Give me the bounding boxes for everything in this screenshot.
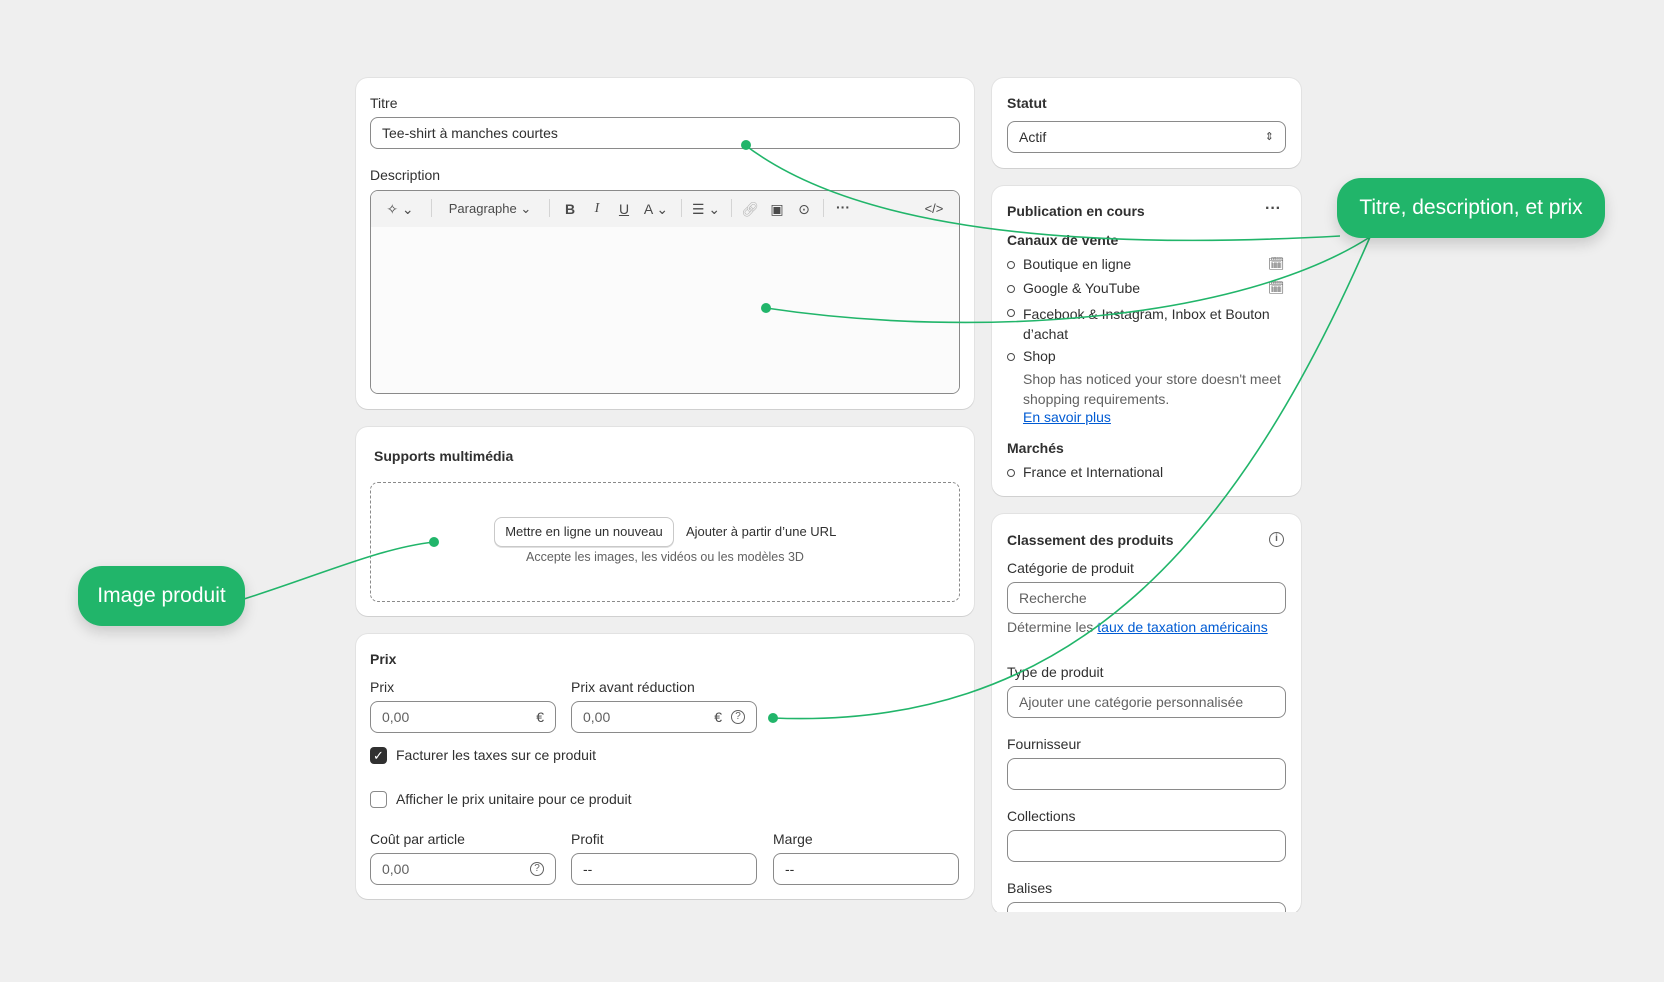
market-name: France et International	[1023, 464, 1164, 480]
channel-item: Boutique en ligne	[1007, 256, 1253, 272]
tax-note-text: Détermine les	[1007, 619, 1094, 635]
unit-price-label: Afficher le prix unitaire pour ce produi…	[396, 791, 632, 807]
status-dot-icon	[1007, 353, 1015, 361]
toolbar-divider	[823, 199, 824, 217]
toolbar-divider	[681, 199, 682, 217]
learn-more-link[interactable]: En savoir plus	[1023, 409, 1111, 425]
profit-field: --	[571, 853, 757, 885]
link-icon[interactable]: 🔗︎	[739, 199, 761, 219]
channel-name: Shop	[1023, 348, 1056, 364]
underline-icon[interactable]: U	[613, 199, 635, 219]
media-hint: Accepte les images, les vidéos ou les mo…	[526, 550, 804, 564]
organization-heading: Classement des produits	[1007, 532, 1174, 548]
margin-label: Marge	[773, 831, 813, 847]
channel-name: Boutique en ligne	[1023, 256, 1132, 272]
price-value: 0,00	[382, 709, 410, 725]
status-heading: Statut	[1007, 95, 1047, 111]
code-icon[interactable]: </>	[919, 199, 949, 219]
compare-price-input[interactable]: 0,00 € ?	[571, 701, 757, 733]
collections-input[interactable]	[1007, 830, 1286, 862]
bold-icon[interactable]: B	[559, 199, 581, 219]
callout-details: Titre, description, et prix	[1337, 178, 1605, 238]
more-actions-icon[interactable]: ···	[1265, 200, 1281, 218]
category-input[interactable]: Recherche	[1007, 582, 1286, 614]
markets-label: Marchés	[1007, 440, 1064, 456]
cost-label: Coût par article	[370, 831, 465, 847]
toolbar-divider	[431, 199, 432, 217]
tags-label: Balises	[1007, 880, 1053, 896]
compare-price-label: Prix avant réduction	[571, 679, 695, 695]
description-label: Description	[370, 167, 441, 183]
profit-label: Profit	[571, 831, 604, 847]
market-item: France et International	[1007, 464, 1253, 480]
description-editor[interactable]: ✧ ⌄ Paragraphe ⌄ B I U A ⌄ ☰ ⌄ 🔗︎ ▣ ⊙ ··…	[370, 190, 960, 394]
charge-tax-checkbox[interactable]: ✓	[370, 747, 387, 764]
margin-field: --	[773, 853, 959, 885]
tax-note: Détermine les taux de taxation américain…	[1007, 619, 1268, 635]
status-select[interactable]: Actif ⇕	[1007, 121, 1286, 153]
paragraph-dropdown[interactable]: Paragraphe ⌄	[445, 199, 535, 219]
channels-label: Canaux de vente	[1007, 232, 1119, 248]
cost-input[interactable]: 0,00 ?	[370, 853, 556, 885]
editor-body[interactable]	[371, 227, 959, 393]
status-dot-icon	[1007, 261, 1015, 269]
help-icon[interactable]: ?	[731, 710, 745, 724]
schedule-icon[interactable]: 🗓︎	[1268, 280, 1285, 296]
compare-price-value: 0,00	[583, 709, 611, 725]
channel-name: Facebook & Instagram, Inbox et Bouton d’…	[1023, 306, 1270, 342]
help-icon[interactable]: ?	[530, 862, 544, 876]
currency-symbol: €	[536, 709, 544, 725]
status-value: Actif	[1019, 129, 1047, 145]
callout-image: Image produit	[78, 566, 245, 626]
paragraph-label: Paragraphe	[448, 201, 517, 216]
schedule-icon[interactable]: 🗓︎	[1268, 256, 1285, 272]
channel-name: Google & YouTube	[1023, 280, 1141, 296]
unit-price-checkbox[interactable]	[370, 791, 387, 808]
video-icon[interactable]: ⊙	[793, 199, 815, 219]
price-input[interactable]: 0,00 €	[370, 701, 556, 733]
toolbar-divider	[731, 199, 732, 217]
price-label: Prix	[370, 679, 395, 695]
info-icon[interactable]: i	[1269, 532, 1284, 547]
media-heading: Supports multimédia	[374, 448, 514, 464]
status-dot-icon	[1007, 309, 1015, 317]
status-dot-icon	[1007, 285, 1015, 293]
image-icon[interactable]: ▣	[766, 199, 788, 219]
collections-label: Collections	[1007, 808, 1076, 824]
vendor-input[interactable]	[1007, 758, 1286, 790]
magic-icon[interactable]: ✧ ⌄	[385, 199, 415, 219]
title-label: Titre	[370, 95, 398, 111]
publishing-heading: Publication en cours	[1007, 203, 1145, 219]
status-dot-icon	[1007, 469, 1015, 477]
charge-tax-label: Facturer les taxes sur ce produit	[396, 747, 596, 763]
toolbar-divider	[549, 199, 550, 217]
product-type-input[interactable]: Ajouter une catégorie personnalisée	[1007, 686, 1286, 718]
shop-notice: Shop has noticed your store doesn't meet…	[1023, 371, 1281, 407]
text-color-icon[interactable]: A ⌄	[640, 199, 672, 219]
editor-toolbar: ✧ ⌄ Paragraphe ⌄ B I U A ⌄ ☰ ⌄ 🔗︎ ▣ ⊙ ··…	[371, 191, 959, 227]
title-input[interactable]: Tee-shirt à manches courtes	[370, 117, 960, 149]
channel-item: Google & YouTube	[1007, 280, 1253, 296]
select-arrows-icon: ⇕	[1264, 131, 1274, 143]
channel-item: Shop	[1007, 348, 1273, 364]
pricing-heading: Prix	[370, 651, 397, 667]
scroll-fade	[986, 912, 1308, 982]
cost-value: 0,00	[382, 861, 410, 877]
tax-rates-link[interactable]: taux de taxation américains	[1097, 619, 1267, 635]
currency-symbol: €	[714, 709, 722, 725]
vendor-label: Fournisseur	[1007, 736, 1081, 752]
align-icon[interactable]: ☰ ⌄	[689, 199, 723, 219]
upload-new-button[interactable]: Mettre en ligne un nouveau	[494, 517, 674, 547]
add-from-url-button[interactable]: Ajouter à partir d’une URL	[686, 517, 836, 547]
italic-icon[interactable]: I	[586, 199, 608, 219]
channel-item: Facebook & Instagram, Inbox et Bouton d’…	[1007, 304, 1273, 344]
more-icon[interactable]: ···	[831, 197, 855, 217]
product-type-label: Type de produit	[1007, 664, 1104, 680]
category-label: Catégorie de produit	[1007, 560, 1134, 576]
